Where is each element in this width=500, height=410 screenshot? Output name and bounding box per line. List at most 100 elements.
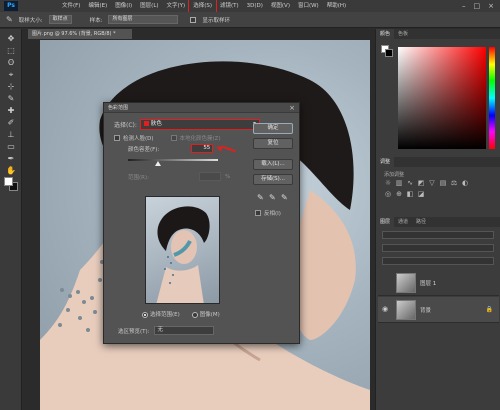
detect-faces-checkbox[interactable] [114, 135, 120, 141]
levels-icon[interactable]: ▥ [395, 179, 403, 187]
threshold-icon[interactable]: ◪ [417, 190, 425, 198]
lock-bar[interactable] [382, 257, 494, 265]
close-icon[interactable]: × [488, 2, 494, 10]
color-balance-icon[interactable]: ⚖ [450, 179, 458, 187]
localized-checkbox[interactable] [170, 135, 177, 141]
menu-item[interactable]: 3D(D) [243, 0, 267, 12]
preview-select[interactable]: 无 [153, 326, 214, 335]
invert-checkbox[interactable] [255, 210, 261, 216]
layer-name: 背景 [420, 307, 432, 314]
menu-item[interactable]: 滤镜(T) [216, 0, 243, 12]
adjustment-icons: ☼ ▥ ∿ ◩ ▽ ▤ ⚖ ◐ ◎ ⊕ ◧ ◪ [384, 179, 474, 198]
fuzziness-slider-track[interactable] [128, 159, 218, 161]
eyedropper-tool-icon[interactable]: ✎ [6, 15, 13, 24]
preview-portrait-image [156, 206, 210, 303]
tab-adjustments[interactable]: 调整 [376, 157, 395, 167]
fuzziness-input[interactable]: 55 [191, 144, 214, 153]
selection-preview[interactable] [145, 196, 220, 304]
selection-radio-label: 选择范围(E) [150, 312, 180, 318]
menu-item[interactable]: 图像(I) [111, 0, 136, 12]
range-row: 范围(R): % [128, 172, 230, 181]
tab-layers[interactable]: 图层 [376, 217, 395, 227]
eye-icon[interactable]: ◉ [382, 305, 388, 313]
curves-icon[interactable]: ∿ [406, 179, 414, 187]
menu-item[interactable]: 选择(S) [188, 0, 217, 13]
eraser-tool-icon[interactable]: ▭ [5, 141, 17, 153]
channel-mixer-icon[interactable]: ⊕ [395, 190, 403, 198]
tab-paths[interactable]: 路径 [412, 217, 430, 227]
sample-label: 样本: [89, 17, 103, 24]
brightness-icon[interactable]: ☼ [384, 179, 392, 187]
layer-name: 图层 1 [420, 280, 437, 287]
black-white-icon[interactable]: ◐ [461, 179, 469, 187]
brush-tool-icon[interactable]: ✐ [5, 117, 17, 129]
move-tool-icon[interactable]: ✥ [5, 33, 17, 45]
color-range-dialog: 色彩范围 × 选择(C): 肤色 ▾ 检测人脸(D) 本地化颜色簇(Z) 颜色容… [103, 102, 300, 344]
select-label: 选择(C): [114, 122, 137, 129]
menu-item[interactable]: 视图(V) [267, 0, 294, 12]
dialog-title: 色彩范围 [104, 103, 299, 113]
menu-item[interactable]: 编辑(E) [84, 0, 111, 12]
invert-icon[interactable]: ◧ [406, 190, 414, 198]
show-ring-checkbox[interactable] [190, 16, 197, 23]
vibrance-icon[interactable]: ▽ [428, 179, 436, 187]
layer-row[interactable]: 图层 1 [378, 270, 499, 296]
panel-background-swatch[interactable] [385, 49, 393, 57]
tools-panel: ✥ ⬚ ʘ ⌖ ⊹ ✎ ✚ ✐ ⊥ ▭ ✒ ✋ [0, 29, 22, 410]
hue-sat-icon[interactable]: ▤ [439, 179, 447, 187]
preview-label: 选区预览(T): [118, 328, 150, 335]
layer-filter-bar[interactable] [382, 231, 494, 239]
sample-size-select[interactable]: 取样点 [48, 15, 72, 24]
close-icon[interactable]: × [289, 104, 295, 112]
adjust-hint: 添加调整 [384, 172, 405, 178]
ok-button[interactable]: 确定 [253, 123, 293, 134]
tab-color[interactable]: 颜色 [376, 29, 395, 39]
eyedropper-icon[interactable]: ✎ [257, 193, 264, 202]
photo-filter-icon[interactable]: ◎ [384, 190, 392, 198]
select-dropdown[interactable]: 肤色 ▾ [139, 119, 260, 130]
hue-slider[interactable] [489, 47, 495, 149]
fuzziness-row: 颜色容差(F): 55 [128, 144, 214, 153]
window-controls: – □ × [462, 2, 494, 10]
save-button[interactable]: 存储(S)... [253, 174, 293, 185]
menu-item[interactable]: 文件(F) [58, 0, 84, 12]
pen-tool-icon[interactable]: ✒ [5, 153, 17, 165]
fuzziness-slider-thumb[interactable] [155, 161, 161, 166]
selection-radio[interactable] [142, 311, 148, 318]
stamp-tool-icon[interactable]: ⊥ [5, 129, 17, 141]
menu-bar: Ps 文件(F) 编辑(E) 图像(I) 图层(L) 文字(Y) 选择(S) 滤镜(T) 3D… [0, 0, 500, 13]
menu-item[interactable]: 文字(Y) [163, 0, 190, 12]
range-label: 范围(R): [128, 174, 149, 181]
marquee-tool-icon[interactable]: ⬚ [5, 45, 17, 57]
image-radio[interactable] [191, 311, 198, 318]
layer-row[interactable]: ◉ 背景 🔒 [378, 297, 499, 323]
menu-item[interactable]: 图层(L) [136, 0, 162, 12]
blend-mode-bar[interactable] [382, 244, 494, 252]
crop-tool-icon[interactable]: ⊹ [5, 81, 17, 93]
document-tab[interactable]: 图片.png @ 97.6% (背景, RGB/8) * [28, 29, 132, 39]
sample-select[interactable]: 所有图层 [108, 15, 179, 24]
reset-button[interactable]: 复位 [253, 138, 293, 149]
eyedropper-subtract-icon[interactable]: ✎ [281, 193, 288, 202]
hand-tool-icon[interactable]: ✋ [5, 165, 17, 177]
menu-item[interactable]: 窗口(W) [294, 0, 323, 12]
eyedropper-tool-icon[interactable]: ✎ [5, 93, 17, 105]
eyedropper-add-icon[interactable]: ✎ [269, 193, 276, 202]
minimize-icon[interactable]: – [462, 2, 466, 10]
photoshop-logo: Ps [4, 1, 18, 11]
lasso-tool-icon[interactable]: ʘ [5, 57, 17, 69]
maximize-icon[interactable]: □ [474, 2, 481, 10]
view-mode-row: 选择范围(E) 图像(M) [142, 310, 220, 318]
tab-swatches[interactable]: 色板 [394, 29, 412, 39]
menu-item[interactable]: 帮助(H) [323, 0, 350, 12]
exposure-icon[interactable]: ◩ [417, 179, 425, 187]
healing-tool-icon[interactable]: ✚ [5, 105, 17, 117]
load-button[interactable]: 载入(L)... [253, 159, 293, 170]
detect-faces-label: 检测人脸(D) [123, 136, 154, 142]
foreground-color-swatch[interactable] [4, 177, 13, 186]
quick-select-tool-icon[interactable]: ⌖ [5, 69, 17, 81]
invert-row: 反相(I) [255, 209, 281, 217]
color-picker-field[interactable] [398, 47, 486, 149]
tab-channels[interactable]: 通道 [394, 217, 412, 227]
right-panels: 颜色 色板 调整 添加调整 ☼ ▥ ∿ ◩ ▽ ▤ ⚖ ◐ ◎ ⊕ ◧ ◪ 图层… [375, 29, 500, 410]
